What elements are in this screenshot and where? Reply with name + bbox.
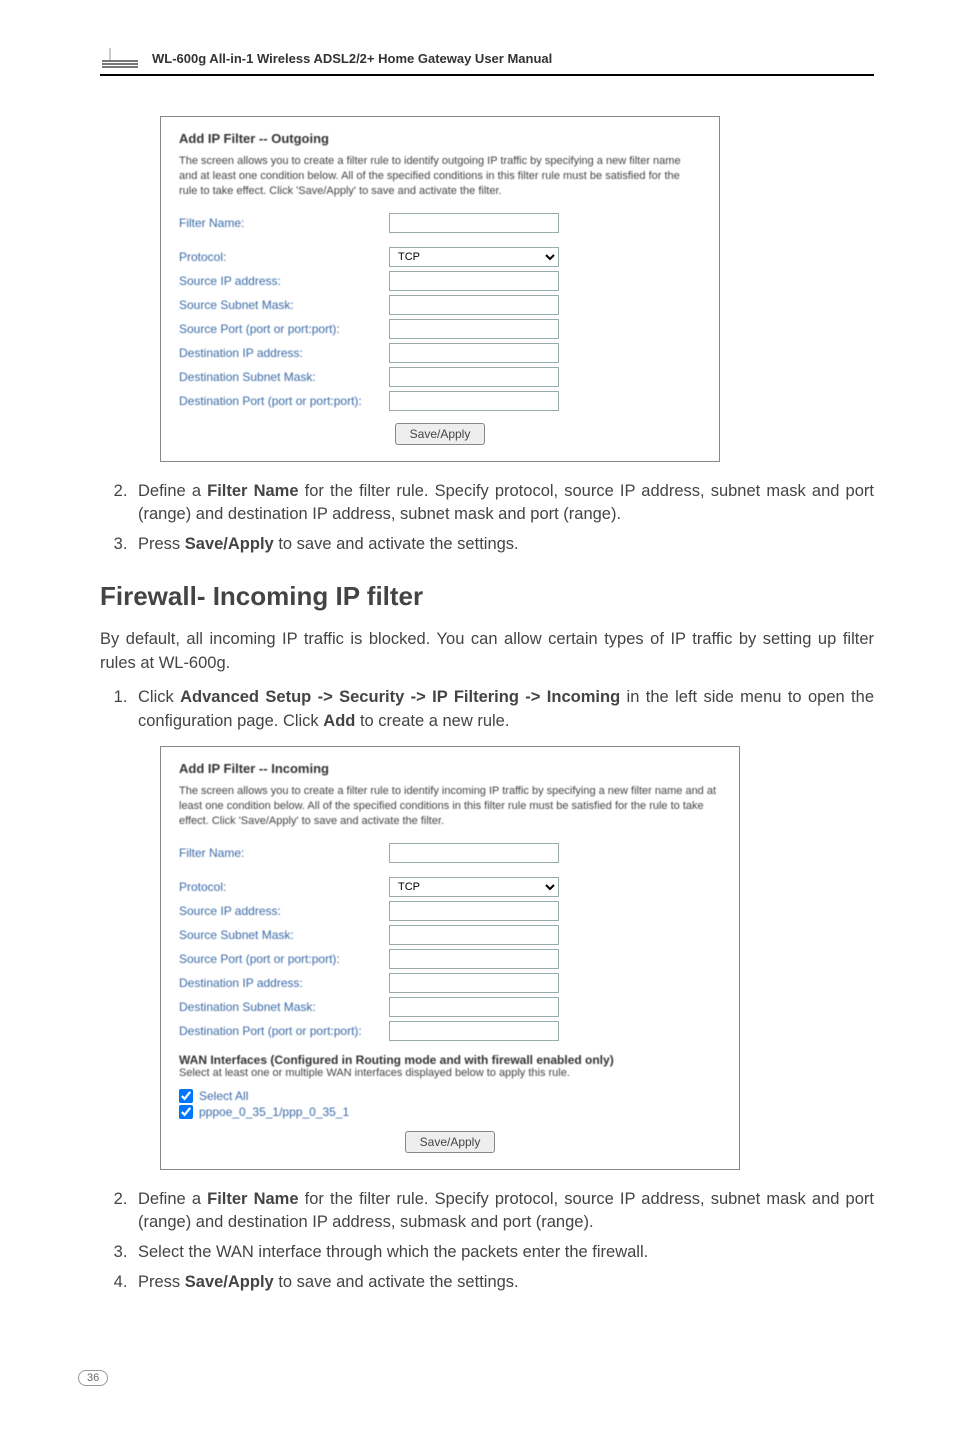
label-in-dst-mask: Destination Subnet Mask: [179, 1000, 389, 1014]
outgoing-steps: Define a Filter Name for the filter rule… [100, 480, 874, 558]
label-in-dst-port: Destination Port (port or port:port): [179, 1024, 389, 1038]
wan-heading: WAN Interfaces (Configured in Routing mo… [179, 1053, 721, 1067]
input-in-dst-port[interactable] [389, 1021, 559, 1041]
label-dst-ip: Destination IP address: [179, 346, 389, 360]
step-in-1: Click Advanced Setup -> Security -> IP F… [132, 686, 874, 734]
label-in-src-mask: Source Subnet Mask: [179, 928, 389, 942]
label-in-dst-ip: Destination IP address: [179, 976, 389, 990]
label-in-filter-name: Filter Name: [179, 846, 389, 860]
header-bar: WL-600g All-in-1 Wireless ADSL2/2+ Home … [100, 46, 874, 76]
label-src-port: Source Port (port or port:port): [179, 322, 389, 336]
label-dst-mask: Destination Subnet Mask: [179, 370, 389, 384]
step-in-4: Press Save/Apply to save and activate th… [132, 1271, 874, 1295]
label-interface: pppoe_0_35_1/ppp_0_35_1 [199, 1105, 349, 1119]
section-heading: Firewall- Incoming IP filter [100, 581, 874, 612]
input-dst-port[interactable] [389, 391, 559, 411]
label-in-src-ip: Source IP address: [179, 904, 389, 918]
input-in-src-ip[interactable] [389, 901, 559, 921]
input-dst-mask[interactable] [389, 367, 559, 387]
page-number: 36 [78, 1370, 108, 1386]
dialog-outgoing: Add IP Filter -- Outgoing The screen all… [160, 116, 720, 462]
checkbox-select-all[interactable] [179, 1089, 193, 1103]
label-protocol: Protocol: [179, 250, 389, 264]
step-in-2: Define a Filter Name for the filter rule… [132, 1188, 874, 1236]
input-src-ip[interactable] [389, 271, 559, 291]
select-in-protocol[interactable]: TCP [389, 877, 559, 897]
dialog-in-title: Add IP Filter -- Incoming [179, 761, 721, 776]
save-apply-button[interactable]: Save/Apply [395, 423, 486, 445]
page-footer: 36 [78, 1368, 108, 1386]
select-protocol[interactable]: TCP [389, 247, 559, 267]
label-filter-name: Filter Name: [179, 216, 389, 230]
wireless-router-icon [100, 46, 142, 70]
input-filter-name[interactable] [389, 213, 559, 233]
dialog-in-desc: The screen allows you to create a filter… [179, 784, 721, 829]
label-in-protocol: Protocol: [179, 880, 389, 894]
input-in-filter-name[interactable] [389, 843, 559, 863]
step-in-3: Select the WAN interface through which t… [132, 1241, 874, 1265]
incoming-top-steps: Click Advanced Setup -> Security -> IP F… [100, 686, 874, 734]
save-apply-button-in[interactable]: Save/Apply [405, 1131, 496, 1153]
input-in-dst-mask[interactable] [389, 997, 559, 1017]
input-in-src-mask[interactable] [389, 925, 559, 945]
dialog-incoming: Add IP Filter -- Incoming The screen all… [160, 746, 740, 1170]
dialog-out-title: Add IP Filter -- Outgoing [179, 131, 701, 146]
label-src-mask: Source Subnet Mask: [179, 298, 389, 312]
checkbox-interface[interactable] [179, 1105, 193, 1119]
input-in-src-port[interactable] [389, 949, 559, 969]
step-out-3: Press Save/Apply to save and activate th… [132, 533, 874, 557]
incoming-steps: Define a Filter Name for the filter rule… [100, 1188, 874, 1296]
wan-sub: Select at least one or multiple WAN inte… [179, 1067, 721, 1079]
label-in-src-port: Source Port (port or port:port): [179, 952, 389, 966]
manual-title: WL-600g All-in-1 Wireless ADSL2/2+ Home … [152, 51, 552, 66]
step-out-2: Define a Filter Name for the filter rule… [132, 480, 874, 528]
input-dst-ip[interactable] [389, 343, 559, 363]
step-out-2-text: Define a Filter Name for the filter rule… [138, 482, 874, 524]
label-dst-port: Destination Port (port or port:port): [179, 394, 389, 408]
label-src-ip: Source IP address: [179, 274, 389, 288]
input-in-dst-ip[interactable] [389, 973, 559, 993]
input-src-mask[interactable] [389, 295, 559, 315]
dialog-out-desc: The screen allows you to create a filter… [179, 154, 701, 199]
input-src-port[interactable] [389, 319, 559, 339]
label-select-all: Select All [199, 1089, 248, 1103]
section-intro: By default, all incoming IP traffic is b… [100, 628, 874, 676]
